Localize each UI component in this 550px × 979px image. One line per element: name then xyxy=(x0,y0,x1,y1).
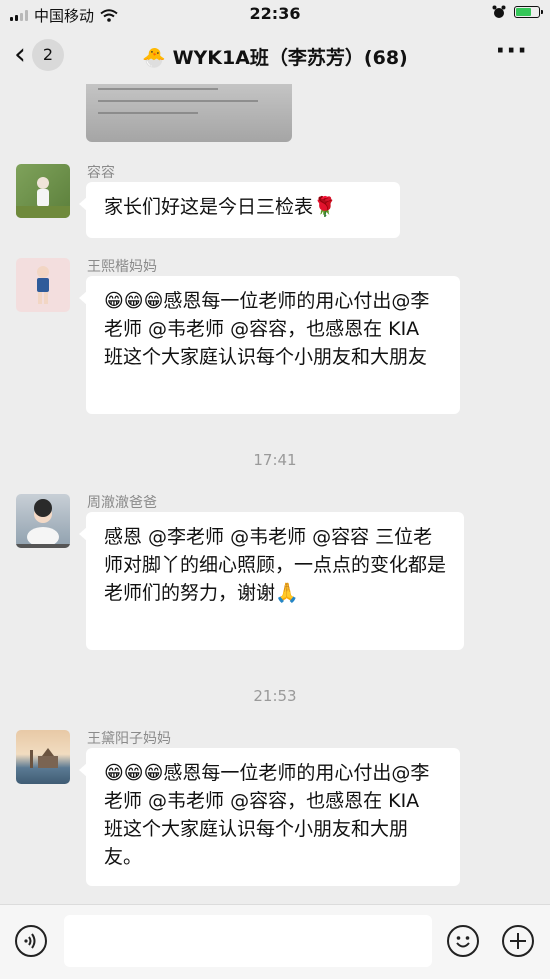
message-bubble[interactable]: 😁😁😁感恩每一位老师的用心付出@李老师 @韦老师 @容容，也感恩在 KIA 班这… xyxy=(79,276,460,414)
avatar[interactable] xyxy=(16,258,70,312)
voice-icon[interactable] xyxy=(15,925,47,957)
message-input[interactable] xyxy=(64,915,432,967)
avatar[interactable] xyxy=(16,730,70,784)
message-bubble[interactable]: 感恩 @李老师 @韦老师 @容容 三位老师对脚丫的细心照顾，一点点的变化都是老师… xyxy=(79,512,464,650)
timestamp: 17:41 xyxy=(253,451,297,469)
sender-name: 王熙楷妈妈 xyxy=(87,259,157,275)
chat-area[interactable]: 容容 家长们好这是今日三检表🌹 王熙楷妈妈 😁😁😁感恩每一位老师的用心付出@李老… xyxy=(0,84,550,904)
avatar[interactable] xyxy=(16,494,70,548)
avatar[interactable] xyxy=(16,164,70,218)
timestamp: 21:53 xyxy=(253,687,297,705)
more-icon[interactable]: ··· xyxy=(495,36,528,66)
status-right xyxy=(492,5,543,19)
input-bar xyxy=(0,904,550,979)
message-bubble[interactable]: 😁😁😁感恩每一位老师的用心付出@李老师 @韦老师 @容容，也感恩在 KIA 班这… xyxy=(79,748,460,886)
battery-icon xyxy=(514,6,543,18)
alarm-icon xyxy=(492,5,506,18)
emoji-icon[interactable] xyxy=(447,925,479,957)
sender-name: 容容 xyxy=(87,165,115,181)
sender-name: 周澈澈爸爸 xyxy=(87,495,157,511)
sender-name: 王黛阳子妈妈 xyxy=(87,731,171,747)
chick-emoji-icon: 🐣 xyxy=(142,47,166,69)
message-bubble[interactable]: 家长们好这是今日三检表🌹 xyxy=(79,182,400,238)
nav-bar: ‹ 2 🐣 WYK1A班（李苏芳）(68) ··· xyxy=(0,30,550,84)
chat-title: 🐣 WYK1A班（李苏芳）(68) xyxy=(142,47,408,69)
status-bar: 中国移动 22:36 xyxy=(0,0,550,28)
plus-icon[interactable] xyxy=(502,925,534,957)
status-time: 22:36 xyxy=(249,4,301,23)
image-message-fragment[interactable] xyxy=(86,84,292,142)
